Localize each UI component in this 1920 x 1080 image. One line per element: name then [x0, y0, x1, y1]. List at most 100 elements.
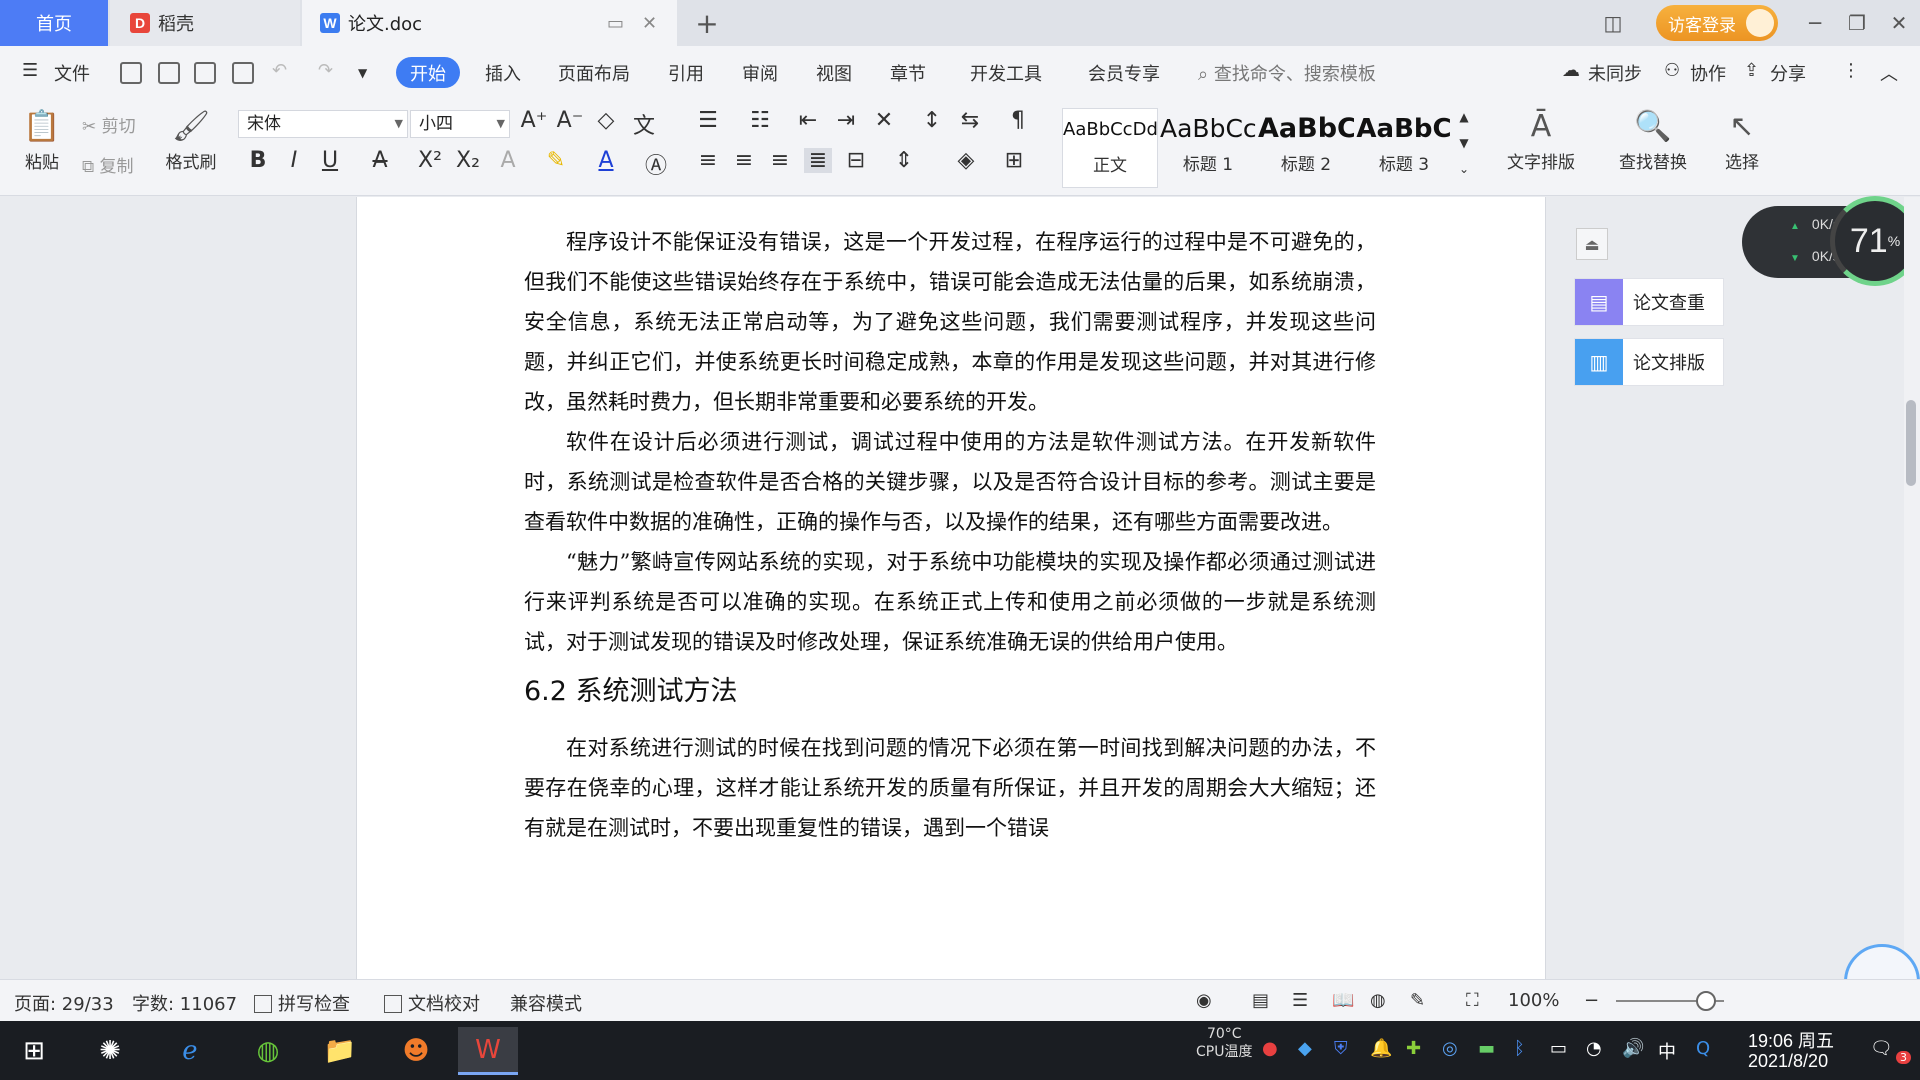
shrink-font-icon[interactable]: A⁻: [556, 108, 584, 133]
clock-time[interactable]: 19:06 周五: [1748, 1027, 1834, 1053]
font-color-icon[interactable]: A: [592, 148, 620, 173]
underline-icon[interactable]: U: [316, 148, 344, 173]
web-view-icon[interactable]: ◍: [1370, 990, 1386, 1011]
zoom-level[interactable]: 100%: [1508, 990, 1559, 1011]
find-replace-button[interactable]: 🔍 查找替换: [1610, 106, 1696, 173]
collapse-ribbon-icon[interactable]: ︿: [1880, 60, 1898, 86]
decrease-indent-icon[interactable]: ⇤: [794, 108, 822, 133]
write-mode-icon[interactable]: ✎: [1410, 990, 1425, 1011]
styles-scroll-up-icon[interactable]: ▲: [1450, 110, 1478, 124]
format-painter-button[interactable]: 🖌 格式刷: [160, 106, 222, 173]
select-button[interactable]: ↖ 选择: [1714, 106, 1770, 173]
borders-icon[interactable]: ⊞: [1000, 148, 1028, 173]
clock-date[interactable]: 2021/8/20: [1748, 1051, 1828, 1072]
close-window-icon[interactable]: ✕: [1884, 8, 1914, 38]
thesis-layout-button[interactable]: ▥ 论文排版: [1574, 338, 1724, 386]
scrollbar-thumb[interactable]: [1906, 400, 1916, 486]
tray-app-icon[interactable]: ●: [1262, 1038, 1278, 1059]
wifi-icon[interactable]: ◔: [1586, 1038, 1602, 1059]
menu-insert[interactable]: 插入: [485, 60, 521, 86]
style-heading-2[interactable]: AaBbC 标题 2: [1258, 108, 1354, 188]
file-explorer-icon[interactable]: 📁: [310, 1027, 370, 1075]
tray-plus-icon[interactable]: ✚: [1406, 1038, 1421, 1059]
document-body[interactable]: 程序设计不能保证没有错误，这是一个开发过程，在程序运行的过程中是不可避免的，但我…: [524, 222, 1376, 848]
page-count[interactable]: 页面: 29/33: [14, 990, 114, 1016]
battery-icon[interactable]: ▭: [1550, 1038, 1567, 1059]
pinwheel-app-icon[interactable]: ✺: [80, 1027, 140, 1075]
style-heading-3[interactable]: AaBbC 标题 3: [1356, 108, 1452, 188]
tray-qq-icon[interactable]: Q: [1696, 1038, 1710, 1059]
chinese-layout-icon[interactable]: ✕: [870, 108, 898, 133]
more-icon[interactable]: ⋮: [1842, 60, 1860, 81]
copy-button[interactable]: ⧉ 复制: [82, 152, 134, 177]
reading-view-icon[interactable]: 📖: [1332, 990, 1354, 1011]
visitor-login-button[interactable]: 访客登录: [1656, 5, 1778, 41]
word-count[interactable]: 字数: 11067: [132, 990, 237, 1016]
menu-reference[interactable]: 引用: [668, 60, 704, 86]
spell-check-toggle[interactable]: 拼写检查: [254, 990, 350, 1016]
superscript-icon[interactable]: X²: [416, 148, 444, 173]
char-border-icon[interactable]: Ⓐ: [642, 148, 670, 180]
print-preview-icon[interactable]: [232, 62, 254, 84]
layout-switch-icon[interactable]: ◫: [1598, 8, 1628, 38]
menu-file[interactable]: 文件: [54, 60, 90, 86]
game-app-icon[interactable]: ☻: [386, 1027, 446, 1075]
new-tab-button[interactable]: +: [690, 6, 724, 40]
menu-view[interactable]: 视图: [816, 60, 852, 86]
text-layout-button[interactable]: Ā 文字排版: [1498, 106, 1584, 173]
float-window-icon[interactable]: ▭: [607, 13, 624, 34]
tray-bell-icon[interactable]: 🔔: [1370, 1038, 1392, 1059]
increase-indent-icon[interactable]: ⇥: [832, 108, 860, 133]
start-menu-icon[interactable]: ⊞: [4, 1027, 64, 1075]
line-spacing-icon[interactable]: ⇕: [890, 148, 918, 173]
menu-devtools[interactable]: 开发工具: [970, 60, 1042, 86]
outline-view-icon[interactable]: ☰: [1292, 990, 1308, 1011]
show-marks-icon[interactable]: ¶: [1004, 108, 1032, 133]
subscript-icon[interactable]: X₂: [454, 148, 482, 173]
styles-scroll-down-icon[interactable]: ▼: [1450, 136, 1478, 150]
vertical-scrollbar[interactable]: [1904, 197, 1920, 979]
style-normal[interactable]: AaBbCcDd 正文: [1062, 108, 1158, 188]
volume-icon[interactable]: 🔊: [1622, 1038, 1644, 1059]
collab-label[interactable]: 协作: [1690, 60, 1726, 86]
shading-icon[interactable]: ◈: [952, 148, 980, 173]
export-pdf-icon[interactable]: [158, 62, 180, 84]
style-heading-1[interactable]: AaBbCc 标题 1: [1160, 108, 1256, 188]
tray-gpu-icon[interactable]: ▬: [1478, 1038, 1495, 1059]
fit-page-icon[interactable]: ⛶: [1466, 990, 1479, 1011]
menu-vip[interactable]: 会员专享: [1088, 60, 1160, 86]
menu-review[interactable]: 审阅: [742, 60, 778, 86]
hamburger-icon[interactable]: ☰: [22, 60, 38, 81]
align-center-icon[interactable]: ≡: [730, 148, 758, 173]
tray-cloud-icon[interactable]: ◎: [1442, 1038, 1458, 1059]
command-search[interactable]: ⌕ 查找命令、搜索模板: [1198, 60, 1376, 86]
unsynced-label[interactable]: 未同步: [1588, 60, 1642, 86]
undo-icon[interactable]: ↶: [272, 60, 287, 81]
cut-button[interactable]: ✂ 剪切: [82, 112, 136, 137]
grow-font-icon[interactable]: A⁺: [520, 108, 548, 133]
cloud-sync-icon[interactable]: ☁: [1562, 60, 1580, 81]
green-browser-icon[interactable]: ◍: [238, 1027, 298, 1075]
styles-more-icon[interactable]: ⌄: [1450, 162, 1478, 176]
eye-protect-icon[interactable]: ◉: [1196, 990, 1212, 1011]
tray-security-icon[interactable]: ⛨: [1334, 1038, 1348, 1059]
zoom-slider-handle[interactable]: [1695, 991, 1716, 1011]
bullet-list-icon[interactable]: ☰: [694, 108, 722, 133]
share-icon[interactable]: ⇪: [1744, 60, 1759, 81]
font-name-select[interactable]: 宋体 ▼: [238, 110, 408, 138]
paste-button[interactable]: 📋 粘贴: [14, 106, 70, 173]
align-left-icon[interactable]: ≡: [694, 148, 722, 173]
tab-home[interactable]: 首页: [0, 0, 108, 46]
share-label[interactable]: 分享: [1770, 60, 1806, 86]
distributed-icon[interactable]: ⊟: [842, 148, 870, 173]
bold-icon[interactable]: B: [244, 148, 272, 173]
phonetic-guide-icon[interactable]: 文: [630, 108, 658, 140]
menu-start[interactable]: 开始: [396, 57, 460, 88]
page-view-icon[interactable]: ▤: [1252, 990, 1269, 1011]
tab-document[interactable]: W 论文.doc ▭ ✕: [302, 0, 677, 46]
notification-icon[interactable]: 🗨: [1870, 1038, 1893, 1059]
tray-network-tool-icon[interactable]: ◆: [1298, 1038, 1312, 1059]
quick-access-dropdown-icon[interactable]: ▼: [358, 66, 367, 80]
ie-browser-icon[interactable]: ℯ: [160, 1027, 220, 1075]
tab-daoke[interactable]: D 稻壳: [110, 0, 300, 46]
